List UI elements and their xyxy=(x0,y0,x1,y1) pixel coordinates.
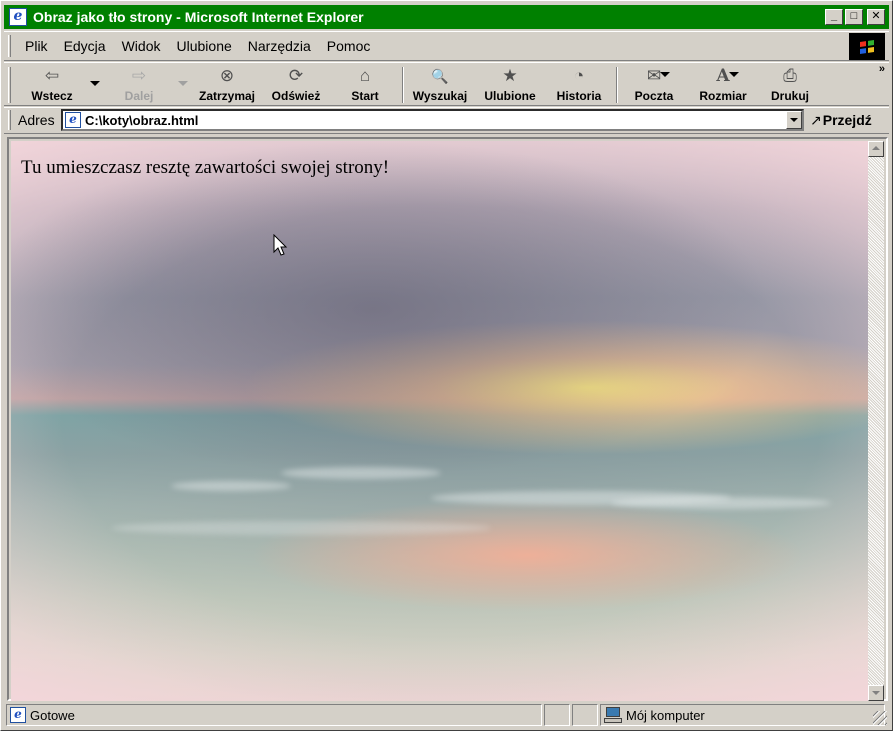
page-icon: e xyxy=(65,112,81,128)
arrow-down-icon xyxy=(872,691,880,695)
menu-pomoc[interactable]: Pomoc xyxy=(319,38,379,54)
favorites-label: Ulubione xyxy=(484,89,536,103)
address-label: Adres xyxy=(18,112,55,128)
refresh-button[interactable]: ⟳ Odśwież xyxy=(267,65,325,105)
favorites-icon: ★ xyxy=(502,66,518,85)
status-text: Gotowe xyxy=(30,707,75,723)
back-button[interactable]: ⇦ Wstecz xyxy=(24,65,80,105)
window-controls: _ □ ✕ xyxy=(823,9,885,25)
menu-bar-grip[interactable] xyxy=(8,35,11,57)
page-body-text: Tu umieszczasz resztę zawartości swojej … xyxy=(21,157,390,178)
back-arrow-icon: ⇦ xyxy=(44,66,60,85)
chevron-down-icon xyxy=(790,118,798,122)
status-panel-main: e Gotowe xyxy=(6,704,542,726)
history-label: Historia xyxy=(556,89,602,103)
forward-dropdown-icon[interactable] xyxy=(178,81,188,86)
history-button[interactable]: ◔ Historia xyxy=(551,65,607,105)
background-wave xyxy=(611,497,831,509)
print-icon: ⎙ xyxy=(783,66,797,85)
mail-label: Poczta xyxy=(634,89,674,103)
menu-edycja[interactable]: Edycja xyxy=(56,38,114,54)
toolbar-separator xyxy=(616,67,618,103)
print-label: Drukuj xyxy=(770,89,809,103)
font-size-label: Rozmiar xyxy=(699,89,747,103)
history-icon: ◔ xyxy=(573,66,585,85)
background-wave xyxy=(111,521,491,535)
status-bar: e Gotowe Mój komputer xyxy=(4,704,889,727)
title-bar[interactable]: e Obraz jako tło strony - Microsoft Inte… xyxy=(4,5,889,29)
search-button[interactable]: 🔍 Wyszukaj xyxy=(409,65,471,105)
font-size-button[interactable]: A Rozmiar xyxy=(694,65,752,105)
address-input[interactable] xyxy=(85,112,775,128)
windows-logo-icon xyxy=(849,33,885,60)
mail-button[interactable]: ✉ Poczta xyxy=(629,65,679,105)
address-dropdown-button[interactable] xyxy=(786,111,802,129)
stop-button[interactable]: ⊗ Zatrzymaj xyxy=(194,65,260,105)
content-frame: Tu umieszczasz resztę zawartości swojej … xyxy=(7,137,888,701)
go-button[interactable]: ↗ Przejdź xyxy=(810,110,872,130)
search-label: Wyszukaj xyxy=(412,89,468,103)
address-bar-grip[interactable] xyxy=(8,110,11,130)
ie-logo-icon[interactable]: e xyxy=(9,8,27,26)
close-button[interactable]: ✕ xyxy=(867,9,885,25)
forward-button[interactable]: ⇨ Dalej xyxy=(114,65,164,105)
zone-text: Mój komputer xyxy=(626,707,705,723)
favorites-button[interactable]: ★ Ulubione xyxy=(480,65,540,105)
font-size-dropdown-icon[interactable] xyxy=(729,72,739,77)
back-dropdown-icon[interactable] xyxy=(90,81,100,86)
vertical-scrollbar[interactable] xyxy=(868,141,884,701)
print-button[interactable]: ⎙ Drukuj xyxy=(767,65,813,105)
toolbar-more-chevron[interactable]: » xyxy=(879,63,885,75)
arrow-up-icon xyxy=(872,146,880,150)
scroll-down-button[interactable] xyxy=(868,685,884,701)
status-panel-secure xyxy=(572,704,598,726)
menu-narzedzia[interactable]: Narzędzia xyxy=(240,38,319,54)
go-arrow-icon: ↗ xyxy=(810,111,822,128)
maximize-button[interactable]: □ xyxy=(845,9,863,25)
refresh-label: Odśwież xyxy=(271,89,321,103)
minimize-button[interactable]: _ xyxy=(825,9,843,25)
toolbar-grip[interactable] xyxy=(8,67,11,103)
refresh-icon: ⟳ xyxy=(288,66,304,85)
stop-label: Zatrzymaj xyxy=(198,89,256,103)
address-bar: Adres e ↗ Przejdź xyxy=(4,107,889,134)
address-field[interactable]: e xyxy=(61,109,804,131)
menu-ulubione[interactable]: Ulubione xyxy=(169,38,240,54)
search-icon: 🔍 xyxy=(431,67,449,84)
background-wave xyxy=(171,481,291,491)
menu-widok[interactable]: Widok xyxy=(114,38,169,54)
background-wave xyxy=(281,467,441,479)
page-status-icon: e xyxy=(10,707,26,723)
mouse-cursor-icon xyxy=(273,234,288,256)
forward-arrow-icon: ⇨ xyxy=(131,66,147,85)
page-viewport[interactable]: Tu umieszczasz resztę zawartości swojej … xyxy=(11,141,872,701)
menu-plik[interactable]: Plik xyxy=(17,38,56,54)
stop-icon: ⊗ xyxy=(219,66,235,85)
scroll-up-button[interactable] xyxy=(868,141,884,157)
mail-dropdown-icon[interactable] xyxy=(660,72,670,77)
computer-icon xyxy=(604,707,622,723)
window-title: Obraz jako tło strony - Microsoft Intern… xyxy=(33,9,364,25)
home-button[interactable]: ⌂ Start xyxy=(342,65,388,105)
browser-window: e Obraz jako tło strony - Microsoft Inte… xyxy=(0,0,893,731)
status-panel-progress xyxy=(544,704,570,726)
forward-label: Dalej xyxy=(124,89,154,103)
standard-toolbar: ⇦ Wstecz ⇨ Dalej ⊗ Zatrzymaj ⟳ Odśwież ⌂… xyxy=(4,62,889,106)
home-icon: ⌂ xyxy=(359,66,371,85)
toolbar-separator xyxy=(402,67,404,103)
home-label: Start xyxy=(351,89,379,103)
back-label: Wstecz xyxy=(31,89,73,103)
menu-bar: Plik Edycja Widok Ulubione Narzędzia Pom… xyxy=(4,31,889,61)
go-label: Przejdź xyxy=(822,112,872,128)
resize-grip[interactable] xyxy=(873,711,887,725)
status-panel-zone: Mój komputer xyxy=(600,704,885,726)
